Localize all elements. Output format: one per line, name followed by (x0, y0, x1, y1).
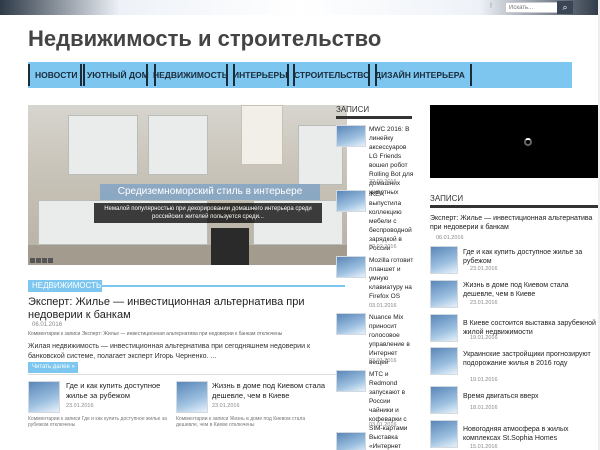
featured-excerpt: Жилая недвижимость — инвестиционная альт… (28, 343, 311, 360)
post-thumbnail[interactable] (336, 190, 366, 212)
divider (28, 374, 346, 375)
sidebar-heading: ЗАПИСИ (430, 194, 598, 208)
post-thumbnail[interactable] (336, 125, 366, 147)
post-date: 18.01.2016 (470, 405, 498, 411)
search-icon[interactable]: ⌕ (557, 1, 573, 14)
post-thumbnail[interactable] (430, 246, 458, 274)
read-more-button[interactable]: Читать далее » (28, 362, 78, 373)
post-title[interactable]: MWC 2016: В линейку аксессуаров LG Frien… (369, 125, 415, 197)
post-title[interactable]: Время двигаться вверх (463, 392, 598, 401)
loading-spinner-icon (524, 138, 532, 146)
post-title[interactable]: Где и как купить доступное жилье за рубе… (463, 248, 598, 266)
post-title[interactable]: Где и как купить доступное жилье за рубе… (66, 381, 166, 401)
post-title[interactable]: Mozilla готовит планшет и умную клавиату… (369, 256, 415, 301)
video-player[interactable] (430, 105, 600, 178)
post-date: 03.01.2016 (369, 303, 397, 309)
nav-item-construction[interactable]: СТРОИТЕЛЬСТВО (287, 64, 377, 86)
slider-dot[interactable] (30, 258, 35, 263)
kitchen-floor (28, 245, 347, 265)
post-date: 03.01.2016 (369, 358, 397, 364)
post-date: 15.01.2016 (470, 444, 498, 450)
post-meta: Комментарии к записи Жизнь в доме под Ки… (176, 416, 306, 428)
kitchen-cabinet (148, 115, 208, 175)
main-nav: НОВОСТИ УЮТНЫЙ ДОМ НЕДВИЖИМОСТЬ ИНТЕРЬЕР… (28, 62, 572, 88)
slider-dot[interactable] (42, 258, 47, 263)
post-thumbnail[interactable] (336, 370, 366, 392)
post-thumbnail[interactable] (176, 381, 208, 413)
nav-item-cozy-home[interactable]: УЮТНЫЙ ДОМ (80, 64, 156, 86)
post-date: 23.01.2016 (470, 266, 498, 272)
range-hood (241, 105, 283, 165)
post-title[interactable]: Жизнь в доме под Киевом стала дешевле, ч… (463, 281, 598, 299)
category-label[interactable]: НЕДВИЖИМОСТЬ (28, 280, 102, 292)
post-title[interactable]: Украинские застройщики прогнозируют подо… (463, 350, 598, 368)
kitchen-oven (211, 228, 249, 265)
slider-caption[interactable]: Средиземноморский стиль в интерьере (100, 184, 320, 200)
post-thumbnail[interactable] (430, 347, 458, 375)
post-thumbnail[interactable] (336, 256, 366, 278)
post-title[interactable]: Жизнь в доме под Киевом стала дешевле, ч… (212, 381, 344, 401)
slider-dot[interactable] (36, 258, 41, 263)
post-thumbnail[interactable] (430, 314, 458, 342)
category-divider (102, 285, 345, 287)
post-title[interactable]: Новогодняя атмосфера в жилых комплексах … (463, 425, 598, 443)
post-date: 19.01.2016 (470, 335, 498, 341)
nav-item-news[interactable]: НОВОСТИ (28, 64, 85, 86)
post-date: 19.01.2016 (470, 377, 498, 383)
kitchen-cabinet (68, 115, 138, 175)
post-date: 02.02.2016 (369, 244, 397, 250)
post-date: 23.01.2016 (66, 403, 94, 409)
featured-date: 06.01.2016 (32, 322, 63, 328)
post-meta: Комментарии к записи Где и как купить до… (28, 416, 167, 428)
nav-item-real-estate[interactable]: НЕДВИЖИМОСТЬ (146, 64, 235, 86)
post-date: 23.01.2016 (212, 403, 240, 409)
sidebar-heading: ЗАПИСИ (336, 105, 412, 119)
post-date: 06.01.2016 (436, 235, 464, 241)
featured-meta: Комментарии к записи Эксперт: Жилье — ин… (28, 331, 283, 337)
post-thumbnail[interactable] (28, 381, 60, 413)
nav-item-interiors[interactable]: ИНТЕРЬЕРЫ (226, 64, 295, 86)
post-date: 22.02.2016 (369, 179, 397, 185)
post-date: 23.01.2016 (470, 300, 498, 306)
site-title[interactable]: Недвижимость и строительство (28, 26, 381, 52)
post-thumbnail[interactable] (430, 280, 458, 308)
post-title[interactable]: Выставка «Интернет (369, 433, 415, 450)
featured-title[interactable]: Эксперт: Жилье — инвестиционная альтерна… (28, 296, 346, 322)
post-title[interactable]: Эксперт: Жилье — инвестиционная альтерна… (430, 214, 598, 232)
post-thumbnail[interactable] (336, 432, 366, 450)
post-thumbnail[interactable] (430, 386, 458, 414)
post-date: 03.01.2016 (369, 422, 397, 428)
nav-item-interior-design[interactable]: ДИЗАЙН ИНТЕРЬЕРА (368, 64, 472, 86)
social-icon[interactable]: f (490, 3, 492, 10)
post-thumbnail[interactable] (430, 420, 458, 448)
slider-dot[interactable] (48, 258, 53, 263)
post-thumbnail[interactable] (336, 313, 366, 335)
slider-description: Немалой популярностью при декорировании … (94, 203, 322, 223)
